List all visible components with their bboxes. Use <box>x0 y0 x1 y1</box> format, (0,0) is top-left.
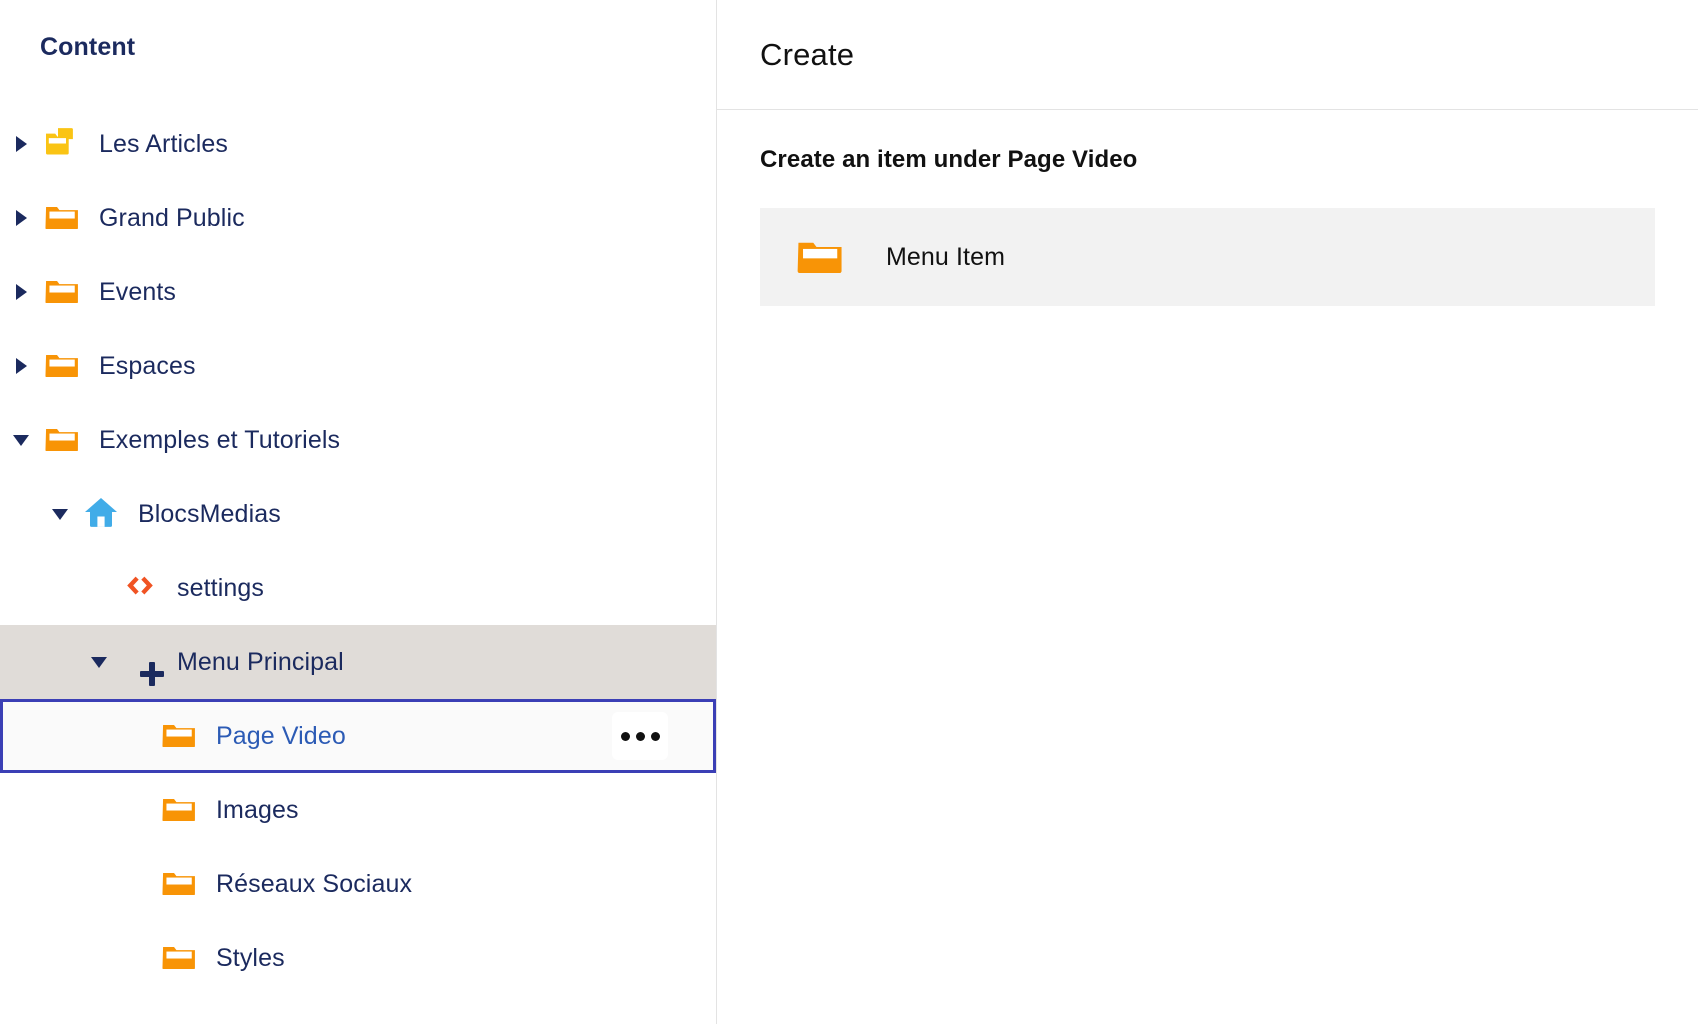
tree-item-label: BlocsMedias <box>138 499 281 528</box>
create-panel-body: Create an item under Page Video Menu Ite… <box>717 110 1698 306</box>
tree-item-more-button[interactable] <box>612 712 668 760</box>
folder-orange-icon <box>45 276 79 309</box>
create-header-title: Create <box>760 36 855 72</box>
tree-item-label: Menu Principal <box>177 647 344 676</box>
folder-orange-icon <box>45 350 79 383</box>
tree-item-icon <box>74 495 128 534</box>
tree-toggle <box>7 434 35 446</box>
tree-item-label: Exemples et Tutoriels <box>99 425 341 454</box>
tree-item-label: Events <box>99 277 177 306</box>
tree-toggle <box>7 136 35 152</box>
create-section-heading: Create an item under Page Video <box>760 146 1138 173</box>
dot <box>635 731 645 741</box>
tree-item-icon <box>35 424 89 457</box>
folder-orange-icon <box>162 720 196 753</box>
home-blue-icon <box>84 495 118 534</box>
tree-toggle <box>46 508 74 520</box>
tree-item-blocsmedias[interactable]: BlocsMedias <box>0 477 716 551</box>
tree-item-menu-principal[interactable]: Menu Principal <box>0 625 716 699</box>
tree-item-settings[interactable]: settings <box>0 551 716 625</box>
tree-item-label: Styles <box>216 943 285 972</box>
content-tree-panel: Content Les Articles Grand Public Events Es… <box>0 0 717 1024</box>
tree-item-icon <box>35 127 89 161</box>
create-option-icon <box>784 236 856 279</box>
tree-toggle <box>85 656 113 668</box>
tree-item-grand-public[interactable]: Grand Public <box>0 181 716 255</box>
dot <box>620 731 630 741</box>
tree-item-icon <box>152 868 206 901</box>
tree-item-label: Espaces <box>99 351 196 380</box>
tree-item-icon <box>152 794 206 827</box>
tree-item-label: Les Articles <box>99 129 229 158</box>
tree-item-label: settings <box>177 573 264 602</box>
tree-item-icon <box>152 720 206 753</box>
page-title: Content <box>40 33 136 61</box>
tree-item-icon <box>35 202 89 235</box>
tree-item-icon <box>35 350 89 383</box>
content-tree: Les Articles Grand Public Events Espaces Exe… <box>0 107 716 995</box>
code-brackets-icon <box>123 575 157 601</box>
chevron-down-icon[interactable] <box>52 508 68 520</box>
create-panel-header: Create <box>717 0 1698 110</box>
tree-toggle <box>7 284 35 300</box>
create-option-menu-item[interactable]: Menu Item <box>760 208 1655 306</box>
create-panel: Create Create an item under Page Video M… <box>717 0 1698 1024</box>
chevron-right-icon[interactable] <box>15 210 27 226</box>
tree-item-icon <box>152 942 206 975</box>
tree-item-label: Grand Public <box>99 203 245 232</box>
tree-item-images[interactable]: Images <box>0 773 716 847</box>
tree-item-page-video[interactable]: Page Video <box>0 699 716 773</box>
content-browser-app: Content Les Articles Grand Public Events Es… <box>0 0 1698 1024</box>
chevron-right-icon[interactable] <box>15 136 27 152</box>
tree-item-label: Réseaux Sociaux <box>216 869 413 898</box>
folder-orange-icon <box>797 236 843 279</box>
folder-orange-icon <box>162 942 196 975</box>
chevron-right-icon[interactable] <box>15 284 27 300</box>
chevron-right-icon[interactable] <box>15 358 27 374</box>
tree-item-icon <box>113 575 167 601</box>
tree-item-espaces[interactable]: Espaces <box>0 329 716 403</box>
folder-orange-icon <box>45 202 79 235</box>
tree-item-icon <box>35 276 89 309</box>
folder-orange-icon <box>45 424 79 457</box>
tree-item-exemples-et-tutoriels[interactable]: Exemples et Tutoriels <box>0 403 716 477</box>
tree-item-les-articles[interactable]: Les Articles <box>0 107 716 181</box>
tree-toggle <box>7 210 35 226</box>
tree-item-styles[interactable]: Styles <box>0 921 716 995</box>
tree-item-r-seaux-sociaux[interactable]: Réseaux Sociaux <box>0 847 716 921</box>
dot <box>650 731 660 741</box>
tree-item-label: Page Video <box>216 721 346 750</box>
tree-item-events[interactable]: Events <box>0 255 716 329</box>
tree-item-label: Images <box>216 795 299 824</box>
folder-open-yellow-icon <box>45 127 79 161</box>
folder-orange-icon <box>162 868 196 901</box>
create-options-list: Menu Item <box>760 208 1655 306</box>
chevron-down-icon[interactable] <box>91 656 107 668</box>
tree-toggle <box>7 358 35 374</box>
create-option-label: Menu Item <box>886 242 1006 271</box>
folder-orange-icon <box>162 794 196 827</box>
chevron-down-icon[interactable] <box>13 434 29 446</box>
